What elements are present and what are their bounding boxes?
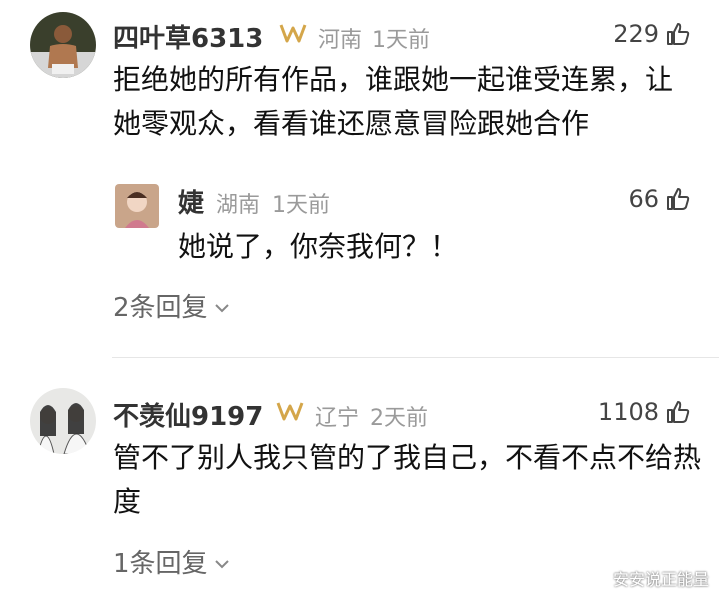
divider <box>112 357 719 358</box>
like-button[interactable]: 229 <box>613 20 691 48</box>
avatar[interactable] <box>30 12 96 78</box>
vip-badge-icon <box>275 400 305 426</box>
comment-location: 辽宁 <box>315 406 360 431</box>
thumbs-up-icon <box>665 186 691 212</box>
comment-text: 管不了别人我只管的了我自己，不看不点不给热度 <box>113 441 702 518</box>
thumbs-up-icon <box>665 399 691 425</box>
view-replies-link[interactable]: 2条回复 <box>113 287 230 324</box>
thumbs-up-icon <box>665 21 691 47</box>
replies-label: 2条回复 <box>113 293 208 323</box>
avatar[interactable] <box>115 184 159 228</box>
watermark: 安安说正能量 <box>612 570 709 589</box>
reply-time: 1天前 <box>272 193 330 218</box>
reply-username[interactable]: 婕 <box>178 183 204 220</box>
comment-time: 2天前 <box>370 406 428 431</box>
view-replies-link[interactable]: 1条回复 <box>113 543 230 580</box>
comment-username[interactable]: 不羡仙9197 <box>113 396 263 433</box>
like-button[interactable]: 66 <box>628 185 691 213</box>
like-button[interactable]: 1108 <box>598 398 691 426</box>
chevron-down-icon <box>214 291 230 321</box>
comment-username[interactable]: 四叶草6313 <box>113 18 263 55</box>
comment-location: 河南 <box>318 28 363 53</box>
comment-time: 1天前 <box>372 28 430 53</box>
chevron-down-icon <box>214 547 230 577</box>
like-count: 1108 <box>597 398 659 426</box>
comment-text: 拒绝她的所有作品，谁跟她一起谁受连累，让她零观众，看看谁还愿意冒险跟她合作 <box>113 63 674 140</box>
like-count: 229 <box>613 20 659 48</box>
reply-text: 她说了，你奈我何？！ <box>178 230 459 263</box>
vip-badge-icon <box>278 22 308 48</box>
replies-label: 1条回复 <box>113 549 208 579</box>
like-count: 66 <box>628 185 659 213</box>
avatar[interactable] <box>30 388 96 454</box>
reply-location: 湖南 <box>216 193 261 218</box>
